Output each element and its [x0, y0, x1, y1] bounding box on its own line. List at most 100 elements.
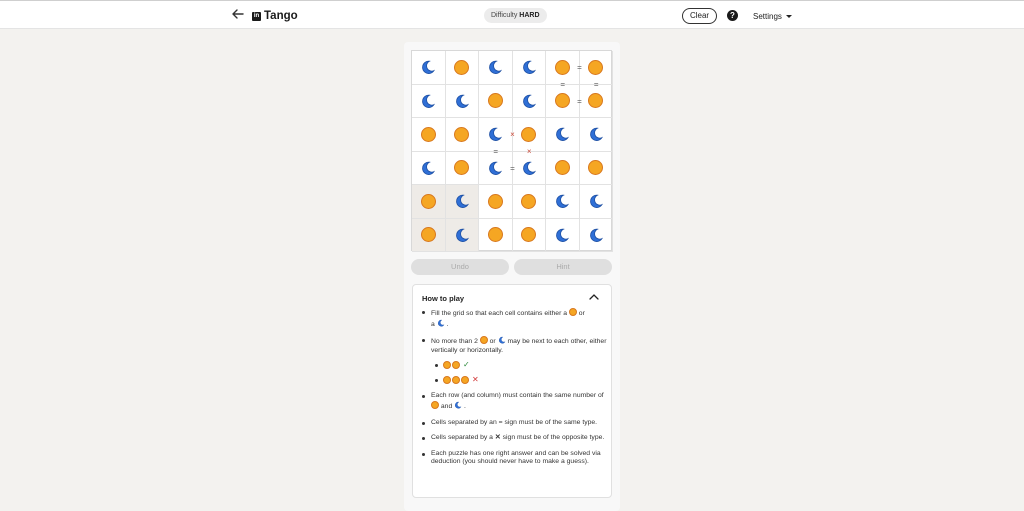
board-cell[interactable]: [512, 185, 546, 219]
moon-icon: [455, 401, 462, 409]
sun-icon: [568, 308, 577, 316]
sun-icon: [487, 93, 503, 109]
board-cell[interactable]: [412, 118, 446, 152]
moon-icon: [489, 61, 503, 75]
rule-text: and: [440, 402, 453, 410]
example-invalid: ✕: [435, 375, 610, 385]
board-cell[interactable]: [445, 151, 479, 185]
sun-icon: [443, 376, 451, 385]
constraint-equal-icon: =: [577, 63, 582, 73]
board-cell[interactable]: [479, 84, 513, 118]
board-cell[interactable]: [546, 118, 580, 152]
sun-icon: [420, 227, 436, 243]
board-cell[interactable]: [512, 84, 546, 118]
board-cell[interactable]: [579, 151, 613, 185]
rule-text: Cells separated by an = sign must be of …: [431, 418, 598, 426]
moon-icon: [589, 128, 603, 142]
check-icon: ✓: [463, 360, 470, 370]
sun-icon: [420, 126, 436, 142]
board-cell[interactable]: [579, 84, 613, 118]
difficulty-value: HARD: [519, 12, 540, 19]
sun-icon: [554, 160, 570, 176]
constraint-cross-icon: ×: [526, 147, 532, 156]
game-title: Tango: [264, 10, 298, 22]
board-cell[interactable]: [479, 218, 513, 252]
hint-button[interactable]: Hint: [514, 259, 612, 275]
moon-icon: [422, 161, 436, 175]
board-cell[interactable]: [445, 84, 479, 118]
board-cell[interactable]: [479, 51, 513, 85]
rule-text: .: [464, 402, 466, 410]
board-cell[interactable]: [445, 51, 479, 85]
moon-icon: [422, 61, 436, 75]
top-bar: in Tango Difficulty HARD Clear ? Setting…: [0, 0, 1024, 29]
sun-icon: [431, 400, 439, 409]
sun-icon: [454, 126, 470, 142]
rule-text: No more than 2: [431, 338, 478, 346]
moon-icon: [589, 228, 603, 242]
rule-text: Each puzzle has one right answer and can…: [431, 449, 601, 466]
board-cell[interactable]: [412, 151, 446, 185]
chevron-up-icon[interactable]: [589, 293, 599, 301]
board-cell[interactable]: [579, 185, 613, 219]
help-icon[interactable]: ?: [727, 10, 738, 21]
board-cell[interactable]: [412, 51, 446, 85]
undo-button[interactable]: Undo: [411, 259, 509, 275]
constraint-equal-icon: =: [560, 80, 566, 89]
sun-icon: [521, 227, 537, 243]
moon-icon: [589, 195, 603, 209]
moon-icon: [498, 337, 506, 344]
board-cell[interactable]: [412, 218, 446, 252]
settings-menu[interactable]: Settings: [753, 10, 792, 22]
board-cell[interactable]: [479, 185, 513, 219]
board-cell[interactable]: [512, 51, 546, 85]
constraint-equal-icon: =: [510, 163, 515, 173]
board-cell[interactable]: [445, 118, 479, 152]
rule-text: Fill the grid so that each cell contains…: [431, 310, 568, 317]
moon-icon: [455, 228, 469, 242]
sun-icon: [588, 59, 604, 75]
brand: in Tango: [252, 8, 298, 24]
game-board: = = = = × = × =: [411, 50, 613, 252]
moon-icon: [489, 128, 503, 142]
rule-text: sign must be of the opposite type.: [502, 434, 605, 442]
sun-icon: [452, 361, 460, 370]
board-cell[interactable]: [412, 185, 446, 219]
board-cell[interactable]: [579, 118, 613, 152]
board-cell[interactable]: [412, 84, 446, 118]
adjacency-examples: ✓ ✕: [435, 360, 610, 385]
moon-icon: [522, 161, 536, 175]
moon-icon: [556, 228, 570, 242]
sun-icon: [461, 376, 469, 385]
board-cell[interactable]: [445, 185, 479, 219]
rule-adjacent: No more than 2 or may be next to each ot…: [422, 336, 610, 385]
sun-icon: [420, 193, 436, 209]
rules-list: Fill the grid so that each cell contains…: [422, 308, 610, 474]
board-cell[interactable]: [512, 151, 546, 185]
back-arrow-icon[interactable]: [231, 7, 245, 23]
clear-button[interactable]: Clear: [682, 8, 717, 24]
board-cell[interactable]: [546, 185, 580, 219]
board-cell[interactable]: [546, 151, 580, 185]
rule-text: Cells separated by a: [431, 434, 493, 442]
board-cell[interactable]: [512, 218, 546, 252]
how-to-play-card: How to play Fill the grid so that each c…: [412, 284, 612, 498]
constraint-equal-icon: =: [593, 80, 599, 89]
moon-icon: [422, 94, 436, 108]
board-cell[interactable]: [579, 218, 613, 252]
moon-icon: [455, 195, 469, 209]
constraint-cross-icon: ×: [510, 130, 515, 140]
sun-icon: [452, 376, 460, 385]
difficulty-label: Difficulty: [491, 12, 518, 19]
example-valid: ✓: [435, 360, 610, 370]
constraint-equal-icon: =: [493, 147, 499, 156]
sun-icon: [454, 160, 470, 176]
board-cell[interactable]: [445, 218, 479, 252]
rule-text: .: [446, 320, 449, 328]
moon-icon: [522, 94, 536, 108]
rule-text: or: [489, 338, 496, 346]
how-to-play-title: How to play: [422, 294, 465, 303]
sun-icon: [487, 193, 503, 209]
sun-icon: [487, 227, 503, 243]
board-cell[interactable]: [546, 218, 580, 252]
